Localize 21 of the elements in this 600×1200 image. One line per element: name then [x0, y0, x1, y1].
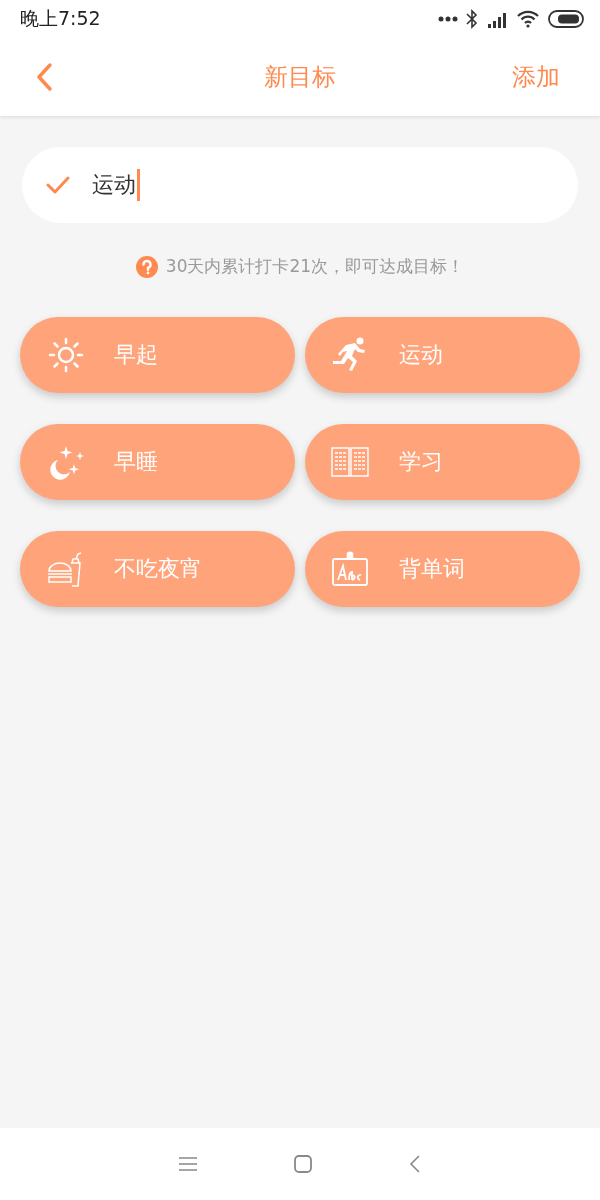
- goal-preset-button[interactable]: 不吃夜宵: [20, 531, 295, 607]
- goal-input-field[interactable]: 运动: [22, 147, 578, 223]
- back-nav-icon[interactable]: [409, 1154, 422, 1174]
- wifi-icon: [516, 10, 540, 28]
- hint-text: 30天内累计打卡21次，即可达成目标！: [165, 255, 465, 278]
- add-button[interactable]: 添加: [512, 61, 560, 93]
- goal-preset-button[interactable]: 运动: [305, 317, 580, 393]
- battery-icon: [548, 10, 584, 28]
- menu-icon[interactable]: [178, 1156, 197, 1172]
- page-title: 新目标: [264, 63, 336, 91]
- goal-preset-button[interactable]: 背单词: [305, 531, 580, 607]
- goal-preset-button[interactable]: 早起: [20, 317, 295, 393]
- more-icon: [438, 16, 458, 22]
- check-icon: [46, 175, 70, 195]
- goal-preset-button[interactable]: 早睡: [20, 424, 295, 500]
- bluetooth-icon: [466, 9, 478, 29]
- goal-preset-button[interactable]: 学习: [305, 424, 580, 500]
- home-icon[interactable]: [294, 1155, 312, 1173]
- back-icon[interactable]: [34, 62, 54, 92]
- status-time: 晚上7:52: [20, 6, 101, 31]
- help-icon: [135, 255, 158, 278]
